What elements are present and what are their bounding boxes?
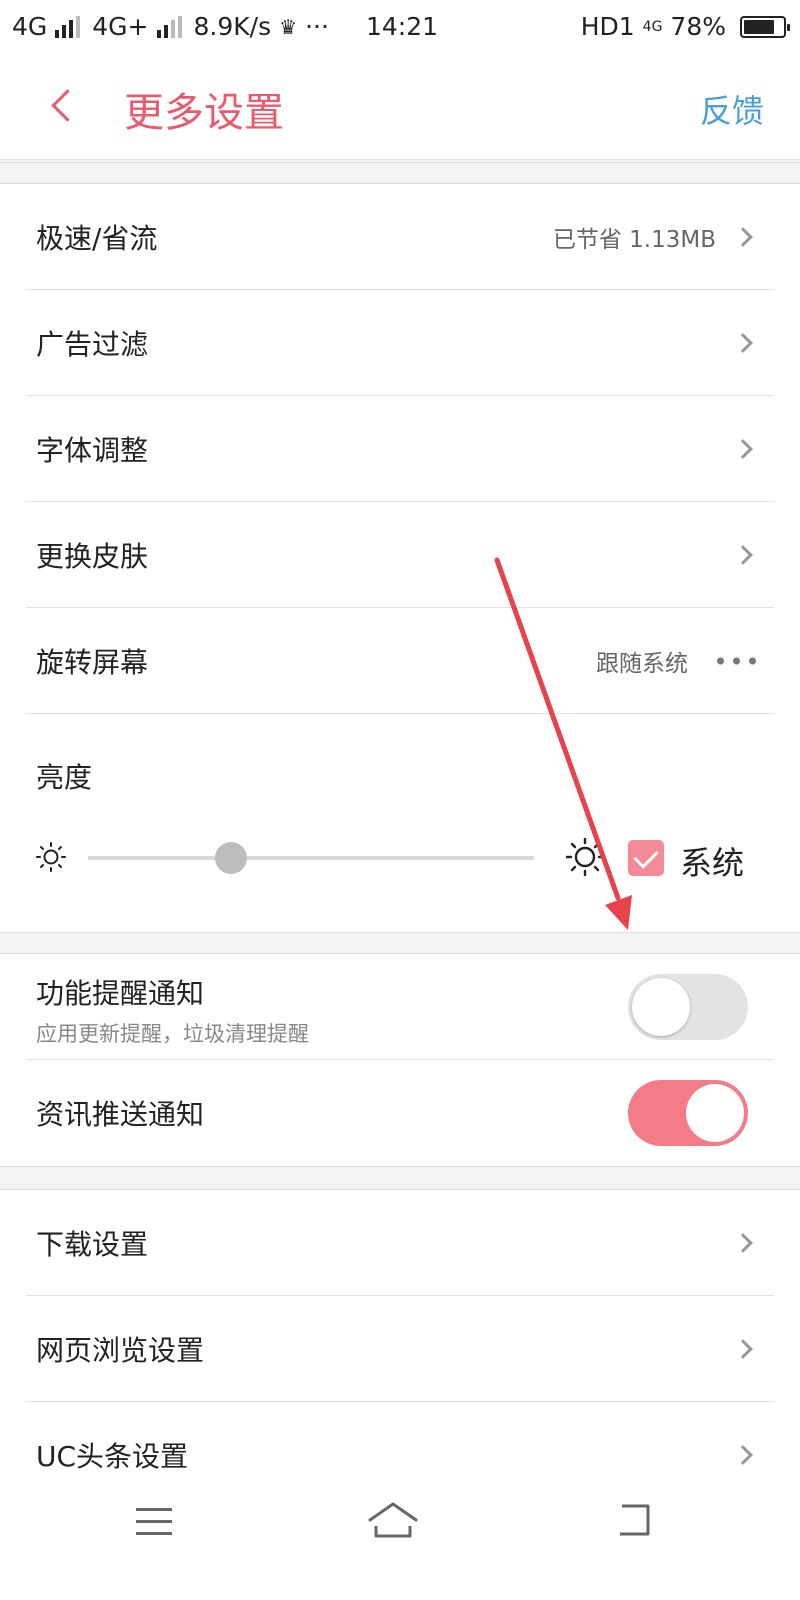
setting-label: UC头条设置 [36, 1440, 189, 1473]
status-left: 4G 4G+ 8.9K/s ♛ ··· [12, 12, 329, 41]
title-bar: 更多设置 反馈 [0, 56, 800, 160]
menu-icon[interactable] [136, 1506, 176, 1540]
feature-notify-title: 功能提醒通知 [36, 977, 205, 1010]
section-gap-2 [0, 932, 800, 954]
setting-label: 资讯推送通知 [36, 1098, 205, 1131]
home-icon[interactable] [364, 1496, 422, 1546]
chevron-right-icon [733, 1445, 753, 1465]
setting-label: 字体调整 [36, 434, 149, 467]
setting-label: 极速/省流 [36, 222, 158, 255]
slider-thumb[interactable] [214, 842, 247, 874]
back-icon[interactable] [612, 1502, 658, 1542]
setting-row-skin[interactable]: 更换皮肤 [0, 502, 800, 608]
bottom-nav [0, 1486, 800, 1600]
brightness-label: 亮度 [36, 761, 93, 794]
setting-row-browsing[interactable]: 网页浏览设置 [0, 1296, 800, 1402]
sun-small-icon [36, 842, 66, 872]
brightness-slider[interactable] [88, 842, 534, 874]
setting-row-rotate[interactable]: 旋转屏幕 跟随系统 [0, 608, 800, 714]
setting-label: 网页浏览设置 [36, 1334, 205, 1367]
battery-icon [740, 15, 790, 38]
status-bar: 4G 4G+ 8.9K/s ♛ ··· 14:21 HD1 4G 78% [0, 0, 800, 56]
section-gap-3 [0, 1166, 800, 1190]
chevron-right-icon [733, 1233, 753, 1253]
setting-label: 更换皮肤 [36, 540, 149, 573]
feature-notify-subtitle: 应用更新提醒，垃圾清理提醒 [36, 1022, 309, 1046]
page-title: 更多设置 [124, 90, 284, 136]
back-chevron-icon[interactable] [44, 82, 84, 132]
setting-row-speed[interactable]: 极速/省流 已节省 1.13MB [0, 184, 800, 290]
setting-row-download[interactable]: 下载设置 [0, 1190, 800, 1296]
setting-label: 旋转屏幕 [36, 646, 149, 679]
chevron-right-icon [733, 227, 753, 247]
network-speed: 8.9K/s [193, 12, 272, 41]
setting-value: 已节省 1.13MB [552, 227, 716, 253]
setting-label: 下载设置 [36, 1228, 149, 1261]
system-brightness-label: 系统 [680, 844, 745, 882]
signal-icon-2 [156, 15, 182, 38]
section-gap-1 [0, 162, 800, 184]
signal-icon-1 [55, 15, 81, 38]
chevron-right-icon [733, 1339, 753, 1359]
crown-icon: ♛ [279, 14, 298, 39]
toggle-knob [632, 978, 690, 1036]
status-right: HD1 4G 78% [580, 12, 790, 41]
setting-label: 广告过滤 [36, 328, 149, 361]
slider-fill [88, 856, 231, 860]
toggle-knob [686, 1084, 744, 1142]
sun-large-icon [566, 838, 604, 876]
chevron-right-icon [733, 545, 753, 565]
network-type-1: 4G [12, 12, 48, 41]
battery-percent: 78% [670, 12, 726, 41]
more-dots-icon[interactable] [717, 657, 756, 665]
setting-row-adblock[interactable]: 广告过滤 [0, 290, 800, 396]
chevron-right-icon [733, 439, 753, 459]
more-notifications: ··· [305, 12, 329, 41]
network-type-2: 4G+ [92, 12, 149, 41]
clock: 14:21 [366, 12, 439, 41]
feedback-link[interactable]: 反馈 [700, 86, 764, 132]
setting-row-font[interactable]: 字体调整 [0, 396, 800, 502]
feature-notify-toggle[interactable] [628, 974, 748, 1040]
setting-value: 跟随系统 [596, 651, 688, 677]
system-brightness-checkbox[interactable] [628, 840, 664, 876]
news-notify-toggle[interactable] [628, 1080, 748, 1146]
hd-indicator: HD1 [580, 12, 635, 41]
chevron-right-icon [733, 333, 753, 353]
battery-fill [744, 19, 774, 34]
network-type-3: 4G [642, 18, 663, 35]
divider [26, 713, 774, 714]
